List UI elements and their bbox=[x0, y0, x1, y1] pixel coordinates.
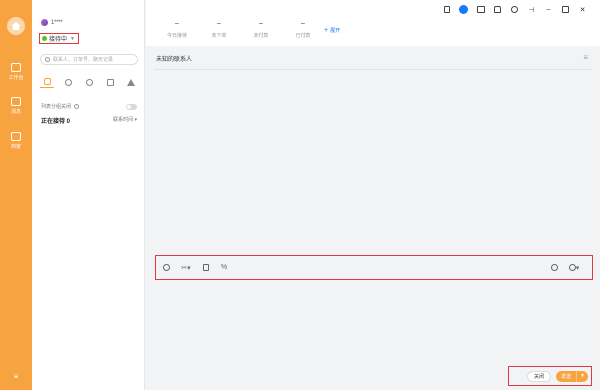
serving-label: 正在接待 0 bbox=[41, 119, 71, 125]
tab-followers[interactable] bbox=[103, 76, 117, 88]
stat-value: – bbox=[301, 20, 305, 27]
input-toolbar: ✂▾ % ▾ bbox=[155, 255, 593, 280]
window-controls: ⊣ – ✕ bbox=[435, 4, 588, 15]
user-name: 1**** bbox=[51, 19, 63, 26]
stat-label: 未付款 bbox=[253, 33, 269, 39]
tab-chat[interactable] bbox=[40, 76, 54, 88]
serving-row: 正在接待 0 联系时间 ▾ bbox=[41, 116, 137, 125]
online-dot-icon bbox=[42, 36, 47, 41]
hamburger-menu-icon[interactable]: ≡ bbox=[583, 53, 588, 62]
stat-label: 已付款 bbox=[295, 33, 311, 39]
rail-item-label: 商家 bbox=[10, 144, 21, 150]
emoji-icon[interactable] bbox=[160, 262, 172, 274]
expand-button[interactable]: + 展开 bbox=[324, 27, 340, 34]
clock-icon bbox=[64, 78, 72, 86]
search-icon bbox=[45, 57, 50, 62]
person-icon bbox=[85, 78, 93, 86]
chevron-down-icon[interactable]: ▼ bbox=[577, 371, 588, 382]
rail-item-message[interactable]: 消息 bbox=[0, 97, 32, 115]
stat-label: 未下单 bbox=[211, 33, 227, 39]
action-buttons: 关闭 发送 ▼ bbox=[508, 366, 592, 386]
person-outline-icon bbox=[106, 78, 114, 86]
menu-icon[interactable]: ≡ bbox=[12, 373, 20, 381]
stat-item: – 未付款 bbox=[240, 20, 282, 39]
document-icon[interactable] bbox=[200, 262, 212, 274]
group-setting-row: 列表分组关闭 bbox=[41, 103, 137, 110]
workbench-icon bbox=[11, 63, 21, 72]
close-icon[interactable]: ✕ bbox=[577, 4, 588, 15]
stat-item: – 已付款 bbox=[282, 20, 324, 39]
group-toggle[interactable] bbox=[126, 103, 137, 110]
rail-item-label: 工作台 bbox=[8, 75, 24, 81]
tab-recent[interactable] bbox=[61, 76, 75, 88]
stat-value: – bbox=[217, 20, 221, 27]
rail-item-workbench[interactable]: 工作台 bbox=[0, 63, 32, 81]
contact-panel: 1**** 接待中 ▼ 联系人、订单号、聊天记录 列表分组关闭 正在接待 0 联… bbox=[32, 0, 145, 390]
chat-title: 未知的联系人 bbox=[156, 57, 193, 63]
more-icon[interactable]: ▾ bbox=[566, 262, 582, 274]
play-icon[interactable] bbox=[509, 4, 520, 15]
group-label: 列表分组关闭 bbox=[41, 104, 72, 110]
expand-label: 展开 bbox=[330, 28, 341, 34]
divider bbox=[154, 69, 592, 70]
home-logo-icon[interactable] bbox=[7, 17, 25, 35]
rail-item-shop[interactable]: 商家 bbox=[0, 132, 32, 150]
sort-label: 联系时间 bbox=[113, 117, 134, 123]
rail-item-label: 消息 bbox=[10, 109, 21, 115]
help-icon[interactable] bbox=[74, 104, 80, 110]
stat-item: – 今日接待 bbox=[156, 20, 198, 39]
image-icon[interactable] bbox=[475, 4, 486, 15]
maximize-icon[interactable] bbox=[560, 4, 571, 15]
stat-value: – bbox=[259, 20, 263, 27]
chat-icon bbox=[43, 78, 51, 85]
search-placeholder: 联系人、订单号、聊天记录 bbox=[53, 57, 114, 63]
search-input[interactable]: 联系人、订单号、聊天记录 bbox=[40, 54, 138, 65]
minimize-icon[interactable]: – bbox=[543, 4, 554, 15]
plus-icon: + bbox=[324, 27, 329, 34]
shirt-icon[interactable] bbox=[492, 4, 503, 15]
tab-team[interactable] bbox=[124, 76, 138, 88]
stat-value: – bbox=[175, 20, 179, 27]
phone-icon[interactable] bbox=[441, 4, 452, 15]
status-label: 接待中 bbox=[49, 37, 68, 43]
stat-label: 今日接待 bbox=[166, 33, 187, 39]
chat-area: 未知的联系人 ≡ ✂▾ % ▾ 关闭 发送 ▼ bbox=[146, 46, 600, 390]
chevron-down-icon: ▾ bbox=[134, 117, 137, 123]
contact-tabs bbox=[40, 75, 138, 89]
send-label: 发送 bbox=[556, 370, 578, 382]
stat-item: – 未下单 bbox=[198, 20, 240, 39]
tab-contacts[interactable] bbox=[82, 76, 96, 88]
discount-icon[interactable]: % bbox=[218, 262, 230, 274]
chevron-down-icon: ▼ bbox=[70, 35, 75, 42]
chat-bubble-icon[interactable] bbox=[458, 4, 469, 15]
stats-row: – 今日接待 – 未下单 – 未付款 – 已付款 bbox=[156, 20, 324, 39]
left-rail: 工作台 消息 商家 ≡ bbox=[0, 0, 32, 390]
shop-icon bbox=[11, 132, 21, 141]
pin-icon[interactable]: ⊣ bbox=[526, 4, 537, 15]
team-icon bbox=[127, 78, 135, 86]
top-bar: – 今日接待 – 未下单 – 未付款 – 已付款 + 展开 ⊣ – ✕ bbox=[146, 0, 600, 46]
send-button[interactable]: 发送 ▼ bbox=[556, 370, 588, 382]
status-dropdown[interactable]: 接待中 ▼ bbox=[39, 33, 79, 44]
avatar bbox=[41, 19, 48, 26]
scissors-icon[interactable]: ✂▾ bbox=[178, 262, 194, 274]
message-icon bbox=[11, 97, 21, 106]
history-icon[interactable] bbox=[548, 262, 560, 274]
close-button[interactable]: 关闭 bbox=[527, 370, 552, 382]
user-info[interactable]: 1**** bbox=[41, 19, 63, 26]
sort-dropdown[interactable]: 联系时间 ▾ bbox=[113, 116, 137, 125]
